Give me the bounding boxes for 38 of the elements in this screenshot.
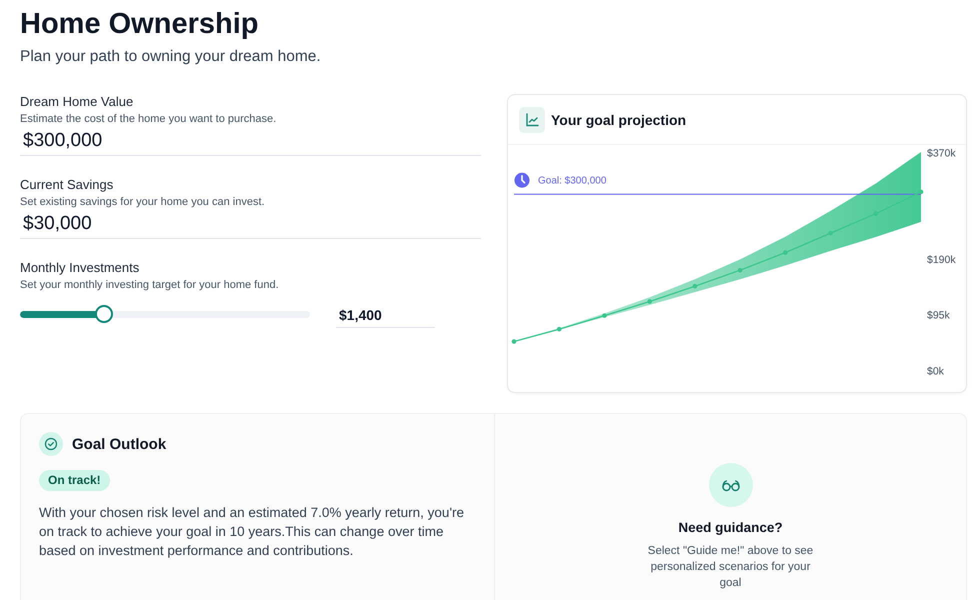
axis-tick-label: $370k: [927, 148, 956, 160]
check-circle-icon: [39, 432, 63, 456]
data-point: [738, 268, 742, 273]
data-point: [692, 284, 698, 288]
axis-tick-label: $95k: [927, 310, 950, 322]
guidance-text: Select "Guide me!" above to see personalized scenarios for your goal: [646, 544, 814, 591]
data-point: [783, 250, 788, 255]
data-point: [512, 339, 516, 344]
slider-thumb[interactable]: [95, 305, 114, 323]
outlook-message: With your chosen risk level and an estimated 7.0% yearly return, you're on track to achieve your goal in 10 years.This can change over time based on investment performance and contributions.: [39, 504, 466, 560]
page-subtitle: Plan your path to owning your dream home.: [20, 47, 321, 67]
card-title: Your goal projection: [551, 112, 686, 128]
field-hint: Set existing savings for your home you can invest.: [20, 195, 265, 209]
axis-tick-label: $0k: [927, 366, 944, 378]
field-hint: Set your monthly investing target for your home fund.: [20, 278, 279, 292]
guidance-title: Need guidance?: [678, 519, 783, 537]
status-badge: On track!: [39, 470, 110, 491]
data-point: [602, 313, 607, 318]
line-chart-icon: [519, 106, 545, 132]
glasses-icon: [708, 463, 752, 507]
data-point: [828, 230, 833, 236]
amount-field[interactable]: $300,000: [20, 126, 481, 156]
section-title: Goal Outlook: [72, 436, 166, 452]
amount-field[interactable]: $1,400: [336, 300, 435, 328]
data-point: [647, 299, 652, 304]
page-title: Home Ownership: [20, 7, 258, 42]
field-label: Dream Home Value: [20, 94, 134, 110]
amount-field[interactable]: $30,000: [20, 209, 481, 239]
data-point: [918, 190, 924, 194]
data-point: [556, 326, 562, 332]
field-hint: Estimate the cost of the home you want to purchase.: [20, 112, 276, 126]
field-label: Current Savings: [20, 177, 114, 193]
field-label: Monthly Investments: [20, 260, 140, 276]
data-point: [873, 211, 878, 216]
clock-icon: [514, 172, 530, 188]
axis-tick-label: $190k: [927, 254, 956, 266]
goal-label: Goal: $300,000: [538, 176, 606, 187]
investment-slider[interactable]: [20, 305, 310, 323]
